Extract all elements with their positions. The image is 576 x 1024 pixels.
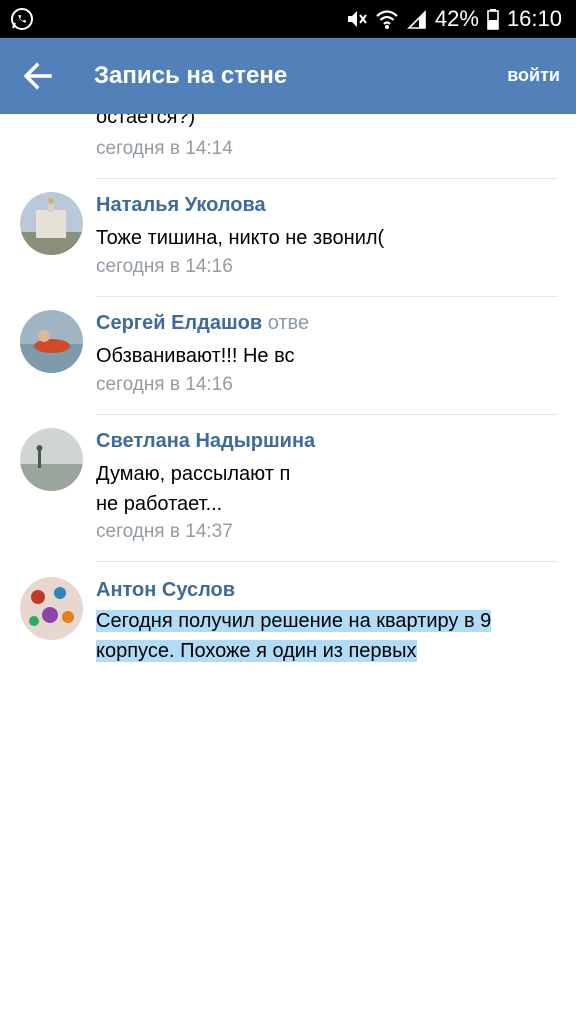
battery-icon	[487, 8, 499, 30]
divider	[96, 561, 558, 562]
selected-text[interactable]: Сегодня получил решение на квартиру в 9	[96, 610, 492, 632]
whatsapp-icon	[10, 7, 34, 31]
back-arrow-icon[interactable]	[20, 58, 56, 94]
app-bar: Запись на стене войти	[0, 38, 576, 114]
status-bar: 42% 16:10	[0, 0, 576, 38]
author-name[interactable]: Наталья Уколова	[96, 194, 266, 216]
page-title: Запись на стене	[94, 62, 288, 89]
comment-text: Тоже тишина, никто не звонил(	[96, 227, 385, 249]
author-name[interactable]: Сергей Елдашов	[96, 312, 262, 334]
author-name[interactable]: Антон Суслов	[96, 579, 235, 601]
comment-time: сегодня в 14:37	[96, 521, 233, 542]
comment-text: Сегодня получил решение на квартиру в 9 …	[96, 606, 536, 666]
battery-percent: 42%	[434, 6, 479, 31]
comment-time: сегодня в 14:14	[96, 138, 233, 159]
signal-icon	[406, 8, 427, 30]
avatar[interactable]	[20, 428, 83, 491]
avatar[interactable]	[20, 577, 83, 640]
clock: 16:10	[506, 6, 562, 31]
mute-icon	[345, 8, 367, 30]
reply-label: отве	[267, 312, 310, 334]
divider	[96, 178, 558, 179]
divider	[96, 414, 558, 415]
comment-time: сегодня в 14:16	[96, 374, 233, 395]
author-name[interactable]: Светлана Надыршина	[96, 430, 315, 452]
selected-text[interactable]: корпусе. Похоже я один из первых	[96, 640, 417, 662]
comment-text: Думаю, рассылают п не работает...	[96, 463, 291, 515]
comment-text: остается?)	[96, 114, 196, 128]
comments-list: остается?) сегодня в 14:14 Наталья Уколо…	[0, 114, 576, 1024]
comment-time: сегодня в 14:16	[96, 256, 233, 277]
comment-text: Обзванивают!!! Не вс	[96, 345, 295, 367]
wifi-icon	[375, 8, 399, 30]
avatar[interactable]	[20, 310, 83, 373]
avatar[interactable]	[20, 192, 83, 255]
divider	[96, 296, 558, 297]
login-button[interactable]: войти	[507, 65, 560, 86]
